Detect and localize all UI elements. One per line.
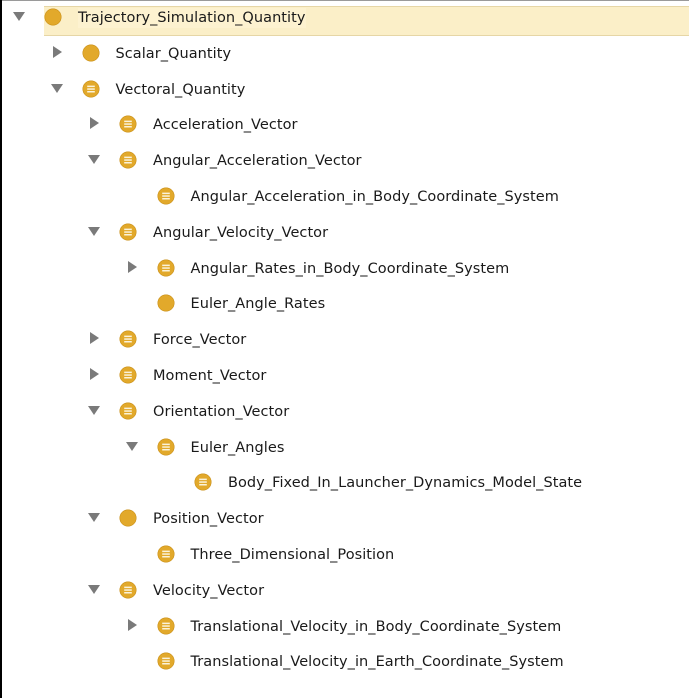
- expanded-triangle-icon[interactable]: [87, 224, 101, 238]
- tree-node-label[interactable]: Angular_Acceleration_Vector: [153, 151, 362, 171]
- tree-node-orientation-vector[interactable]: Orientation_Vector: [0, 394, 689, 430]
- tree-node-position-vector[interactable]: Position_Vector: [0, 501, 689, 537]
- tree-node-label[interactable]: Euler_Angle_Rates: [191, 294, 326, 314]
- defined-class-icon: [157, 545, 175, 563]
- class-icon: [157, 294, 175, 312]
- tree-node-label[interactable]: Angular_Velocity_Vector: [153, 223, 328, 243]
- defined-class-icon: [119, 402, 137, 420]
- defined-class-icon: [157, 187, 175, 205]
- tree-node-label[interactable]: Angular_Acceleration_in_Body_Coordinate_…: [191, 187, 559, 207]
- tree-node-scalar-quantity[interactable]: Scalar_Quantity: [0, 36, 689, 72]
- collapsed-triangle-icon[interactable]: [87, 116, 101, 130]
- defined-class-icon: [157, 259, 175, 277]
- class-icon: [119, 509, 137, 527]
- defined-class-icon: [157, 652, 175, 670]
- tree-node-label[interactable]: Translational_Velocity_in_Body_Coordinat…: [191, 617, 562, 637]
- tree-node-label[interactable]: Velocity_Vector: [153, 581, 264, 601]
- tree-node-label[interactable]: Translational_Velocity_in_Earth_Coordina…: [191, 652, 564, 672]
- tree-node-label[interactable]: Vectoral_Quantity: [116, 80, 246, 100]
- defined-class-icon: [157, 617, 175, 635]
- tree-node-label[interactable]: Three_Dimensional_Position: [191, 545, 395, 565]
- tree-node-label[interactable]: Acceleration_Vector: [153, 115, 298, 135]
- expanded-triangle-icon[interactable]: [50, 81, 64, 95]
- defined-class-icon: [119, 115, 137, 133]
- tree-node-vectoral-quantity[interactable]: Vectoral_Quantity: [0, 72, 689, 108]
- expanded-triangle-icon[interactable]: [125, 439, 139, 453]
- tree-node-angular-velocity-vector[interactable]: Angular_Velocity_Vector: [0, 215, 689, 251]
- tree-node-angular-rates-in-body-coordinate-system[interactable]: Angular_Rates_in_Body_Coordinate_System: [0, 251, 689, 287]
- tree-node-label[interactable]: Body_Fixed_In_Launcher_Dynamics_Model_St…: [228, 473, 582, 493]
- expanded-triangle-icon[interactable]: [87, 510, 101, 524]
- class-icon: [44, 8, 62, 26]
- defined-class-icon: [119, 581, 137, 599]
- tree-node-moment-vector[interactable]: Moment_Vector: [0, 358, 689, 394]
- collapsed-triangle-icon[interactable]: [50, 45, 64, 59]
- expanded-triangle-icon[interactable]: [87, 403, 101, 417]
- tree-node-label[interactable]: Euler_Angles: [191, 438, 285, 458]
- class-hierarchy-panel: Trajectory_Simulation_Quantity Scalar_Qua…: [0, 0, 689, 698]
- tree-node-label[interactable]: Orientation_Vector: [153, 402, 289, 422]
- defined-class-icon: [119, 223, 137, 241]
- tree-node-label[interactable]: Scalar_Quantity: [116, 44, 232, 64]
- tree-node-label[interactable]: Force_Vector: [153, 330, 246, 350]
- tree-node-body-fixed-in-launcher-dynamics-model-state[interactable]: Body_Fixed_In_Launcher_Dynamics_Model_St…: [0, 465, 689, 501]
- expanded-triangle-icon[interactable]: [87, 152, 101, 166]
- defined-class-icon: [157, 438, 175, 456]
- collapsed-triangle-icon[interactable]: [125, 618, 139, 632]
- tree-node-label[interactable]: Moment_Vector: [153, 366, 266, 386]
- expanded-triangle-icon[interactable]: [87, 582, 101, 596]
- collapsed-triangle-icon[interactable]: [125, 260, 139, 274]
- tree-node-force-vector[interactable]: Force_Vector: [0, 322, 689, 358]
- defined-class-icon: [119, 330, 137, 348]
- tree-node-label[interactable]: Position_Vector: [153, 509, 264, 529]
- tree-node-translational-velocity-in-earth-coordinate-system[interactable]: Translational_Velocity_in_Earth_Coordina…: [0, 644, 689, 680]
- defined-class-icon: [119, 366, 137, 384]
- tree-node-label[interactable]: Angular_Rates_in_Body_Coordinate_System: [191, 259, 510, 279]
- tree-node-label[interactable]: Trajectory_Simulation_Quantity: [78, 8, 306, 28]
- expanded-triangle-icon[interactable]: [12, 9, 26, 23]
- tree-node-angular-acceleration-in-body-coordinate-system[interactable]: Angular_Acceleration_in_Body_Coordinate_…: [0, 179, 689, 215]
- defined-class-icon: [194, 473, 212, 491]
- collapsed-triangle-icon[interactable]: [87, 367, 101, 381]
- tree-node-euler-angle-rates[interactable]: Euler_Angle_Rates: [0, 286, 689, 322]
- tree-node-angular-acceleration-vector[interactable]: Angular_Acceleration_Vector: [0, 143, 689, 179]
- defined-class-icon: [119, 151, 137, 169]
- tree-node-velocity-vector[interactable]: Velocity_Vector: [0, 573, 689, 609]
- defined-class-icon: [82, 80, 100, 98]
- tree-node-trajectory-simulation-quantity[interactable]: Trajectory_Simulation_Quantity: [0, 0, 689, 36]
- collapsed-triangle-icon[interactable]: [87, 331, 101, 345]
- tree-node-acceleration-vector[interactable]: Acceleration_Vector: [0, 107, 689, 143]
- tree-node-translational-velocity-in-body-coordinate-system[interactable]: Translational_Velocity_in_Body_Coordinat…: [0, 609, 689, 645]
- tree-node-euler-angles[interactable]: Euler_Angles: [0, 430, 689, 466]
- tree-node-three-dimensional-position[interactable]: Three_Dimensional_Position: [0, 537, 689, 573]
- class-icon: [82, 44, 100, 62]
